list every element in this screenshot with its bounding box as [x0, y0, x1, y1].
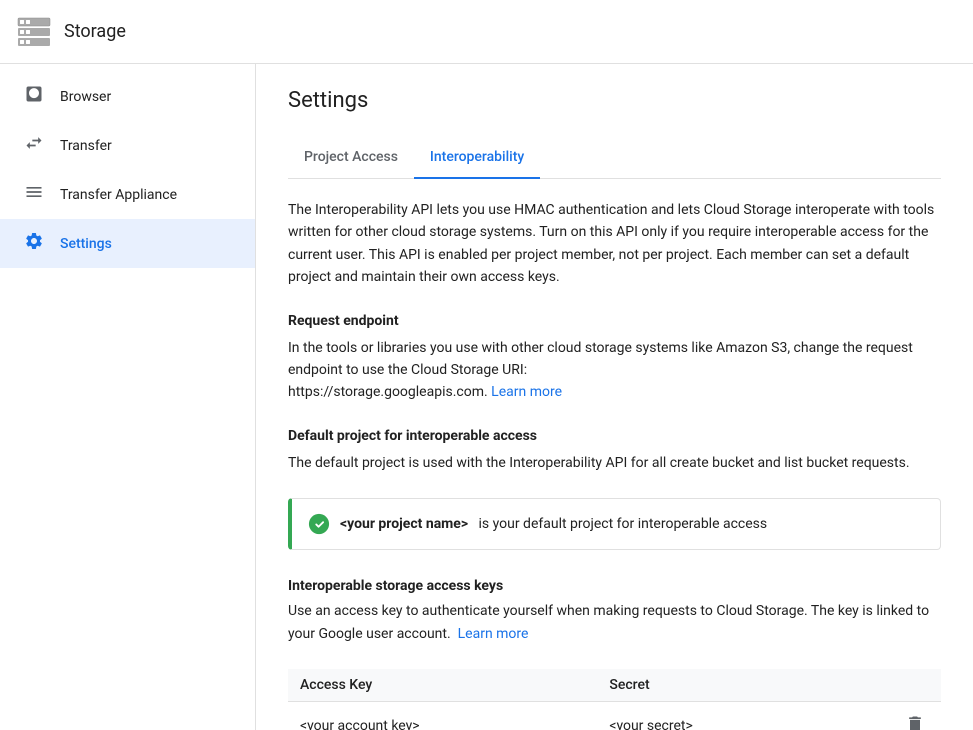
default-project-box: <your project name> is your default proj… — [288, 498, 941, 550]
sidebar-label-settings: Settings — [60, 236, 112, 252]
main-layout: Browser Transfer Transfer Appliance Sett… — [0, 64, 973, 730]
access-keys-desc: Use an access key to authenticate yourse… — [288, 600, 941, 645]
tab-project-access[interactable]: Project Access — [288, 137, 414, 179]
project-name: <your project name> — [340, 516, 468, 532]
col-secret: Secret — [597, 669, 829, 702]
tab-interoperability[interactable]: Interoperability — [414, 137, 540, 179]
storage-logo-icon — [16, 14, 52, 50]
default-project-section: Default project for interoperable access… — [288, 428, 941, 550]
bucket-icon — [24, 84, 44, 109]
delete-key-icon[interactable] — [901, 714, 929, 730]
table-header-row: Access Key Secret — [288, 669, 941, 702]
access-key-value: <your account key> — [288, 701, 597, 730]
content-area: Settings Project Access Interoperability… — [256, 64, 973, 730]
page-title: Settings — [288, 88, 941, 113]
check-circle-icon — [308, 513, 330, 535]
access-keys-desc-text: Use an access key to authenticate yourse… — [288, 603, 929, 641]
sidebar: Browser Transfer Transfer Appliance Sett… — [0, 64, 256, 730]
col-access-key: Access Key — [288, 669, 597, 702]
sidebar-label-transfer-appliance: Transfer Appliance — [60, 187, 177, 203]
table-row: <your account key> <your secret> — [288, 701, 941, 730]
settings-icon — [24, 231, 44, 256]
project-status: is your default project for interoperabl… — [479, 516, 768, 532]
request-endpoint-learn-more[interactable]: Learn more — [491, 384, 562, 400]
secret-value: <your secret> — [597, 701, 829, 730]
table-header: Access Key Secret — [288, 669, 941, 702]
header-logo: Storage — [16, 14, 126, 50]
delete-cell — [829, 701, 941, 730]
col-actions — [829, 669, 941, 702]
tabs-container: Project Access Interoperability — [288, 137, 941, 179]
app-title: Storage — [64, 21, 126, 42]
access-keys-section: Interoperable storage access keys Use an… — [288, 578, 941, 730]
project-box-text: <your project name> is your default proj… — [340, 516, 767, 532]
request-endpoint-title: Request endpoint — [288, 313, 941, 329]
access-keys-table: Access Key Secret <your account key> <yo… — [288, 669, 941, 730]
sidebar-label-browser: Browser — [60, 89, 111, 105]
interoperability-intro: The Interoperability API lets you use HM… — [288, 199, 941, 289]
access-keys-title: Interoperable storage access keys — [288, 578, 941, 594]
top-header: Storage — [0, 0, 973, 64]
sidebar-item-transfer[interactable]: Transfer — [0, 121, 255, 170]
appliance-icon — [24, 182, 44, 207]
access-keys-learn-more[interactable]: Learn more — [458, 626, 529, 642]
request-endpoint-section: Request endpoint In the tools or librari… — [288, 313, 941, 404]
table-body: <your account key> <your secret> — [288, 701, 941, 730]
transfer-icon — [24, 133, 44, 158]
default-project-body: The default project is used with the Int… — [288, 452, 941, 474]
sidebar-item-transfer-appliance[interactable]: Transfer Appliance — [0, 170, 255, 219]
request-endpoint-text: In the tools or libraries you use with o… — [288, 340, 913, 378]
request-endpoint-body: In the tools or libraries you use with o… — [288, 337, 941, 404]
request-endpoint-url: https://storage.googleapis.com. — [288, 384, 488, 400]
sidebar-item-settings[interactable]: Settings — [0, 219, 255, 268]
sidebar-label-transfer: Transfer — [60, 138, 112, 154]
default-project-title: Default project for interoperable access — [288, 428, 941, 444]
sidebar-item-browser[interactable]: Browser — [0, 72, 255, 121]
